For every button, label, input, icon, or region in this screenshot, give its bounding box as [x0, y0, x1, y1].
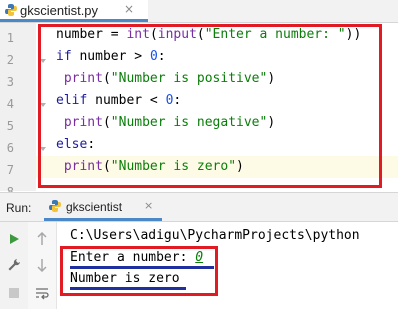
soft-wrap-icon[interactable]	[33, 284, 51, 302]
code-highlight-box	[38, 24, 382, 188]
python-file-icon	[5, 4, 17, 16]
editor-tab-gkscientist[interactable]: gkscientist.py ×	[0, 0, 148, 22]
editor-tab-bar: gkscientist.py ×	[0, 0, 398, 23]
command-path-line: C:\Users\adigu\PycharmProjects\python	[70, 228, 360, 243]
stop-icon[interactable]	[5, 284, 23, 302]
run-left-toolbar	[0, 222, 29, 309]
run-tab-title: gkscientist	[66, 200, 123, 214]
prompt-underline	[70, 266, 214, 269]
close-tab-icon[interactable]: ×	[124, 2, 134, 16]
wrench-icon[interactable]	[5, 256, 23, 274]
run-label: Run:	[6, 201, 32, 215]
line-number: 1	[6, 31, 14, 45]
run-tab-gkscientist[interactable]: gkscientist ×	[44, 193, 162, 221]
line-number: 7	[6, 163, 14, 177]
scroll-down-icon[interactable]	[33, 256, 51, 274]
editor-tab-title: gkscientist.py	[20, 3, 99, 18]
close-run-tab-icon[interactable]: ×	[144, 199, 153, 212]
line-number: 2	[6, 53, 14, 67]
line-number: 4	[6, 97, 14, 111]
run-console-toolbar	[28, 222, 57, 309]
line-number: 3	[6, 75, 14, 89]
run-panel-header: Run: gkscientist ×	[0, 192, 398, 222]
line-number: 6	[6, 141, 14, 155]
result-underline	[70, 287, 186, 290]
scroll-up-icon[interactable]	[33, 230, 51, 248]
python-run-icon	[49, 200, 61, 212]
line-number: 5	[6, 119, 14, 133]
rerun-icon[interactable]	[5, 230, 23, 248]
